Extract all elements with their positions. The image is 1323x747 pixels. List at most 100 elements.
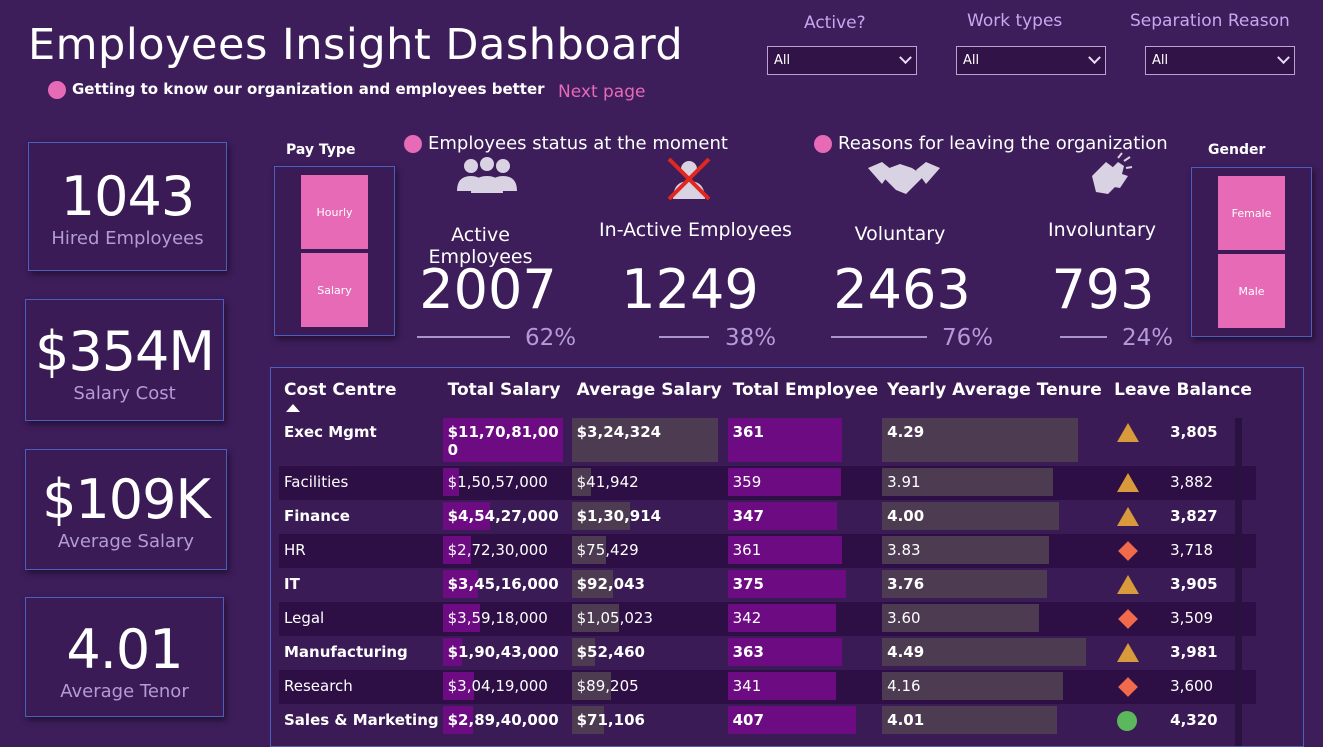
leave-indicator-cell bbox=[1109, 568, 1165, 602]
table-row[interactable]: HR $2,72,30,000 $75,429 361 3.83 3,718 bbox=[279, 534, 1256, 568]
salary-cost-card: $354M Salary Cost bbox=[25, 299, 224, 421]
tenure-text: 4.16 bbox=[887, 677, 921, 695]
table-scrollbar[interactable] bbox=[1235, 418, 1242, 746]
leave-balance-text: 3,600 bbox=[1170, 677, 1214, 695]
column-header-leave-balance[interactable]: Leave Balance bbox=[1109, 374, 1256, 416]
gender-title: Gender bbox=[1208, 142, 1266, 158]
average-salary-card: $109K Average Salary bbox=[25, 449, 227, 570]
pay-type-hourly-button[interactable]: Hourly bbox=[301, 175, 368, 249]
reasons-section-text: Reasons for leaving the organization bbox=[838, 133, 1168, 154]
table-row[interactable]: Finance $4,54,27,000 $1,30,914 347 4.00 3,827 bbox=[279, 500, 1256, 534]
total-salary-cell: $3,59,18,000 bbox=[442, 602, 572, 636]
total-employee-text: 363 bbox=[732, 643, 764, 661]
warning-triangle-icon bbox=[1117, 643, 1140, 662]
table-row[interactable]: IT $3,45,16,000 $92,043 375 3.76 3,905 bbox=[279, 568, 1256, 602]
leave-indicator-cell bbox=[1109, 670, 1166, 704]
total-employee-cell: 407 bbox=[727, 704, 883, 738]
work-types-dropdown[interactable]: All bbox=[956, 46, 1106, 75]
total-employee-text: 407 bbox=[732, 711, 764, 729]
column-header-total-salary[interactable]: Total Salary bbox=[443, 374, 572, 416]
cost-centre-text: Sales & Marketing bbox=[284, 711, 439, 729]
warning-triangle-icon bbox=[1117, 507, 1140, 526]
tenure-cell: 4.49 bbox=[882, 636, 1109, 670]
inactive-employees-label: In-Active Employees bbox=[599, 219, 792, 241]
tenure-cell: 3.76 bbox=[882, 568, 1109, 602]
alert-diamond-icon bbox=[1118, 609, 1139, 629]
average-salary-text: $52,460 bbox=[576, 643, 645, 661]
total-salary-cell: $4,54,27,000 bbox=[442, 500, 572, 534]
cost-centre-text: Exec Mgmt bbox=[284, 423, 377, 441]
status-section-text: Employees status at the moment bbox=[428, 133, 728, 154]
involuntary-divider bbox=[1060, 336, 1107, 338]
warning-triangle-icon bbox=[1117, 423, 1140, 442]
tenure-text: 3.83 bbox=[887, 541, 921, 559]
leave-indicator-cell bbox=[1109, 534, 1166, 568]
separation-reason-dropdown-value: All bbox=[1152, 53, 1169, 68]
tenure-text: 4.49 bbox=[887, 643, 925, 661]
table-row[interactable]: Legal $3,59,18,000 $1,05,023 342 3.60 3,509 bbox=[279, 602, 1256, 636]
total-salary-cell: $3,45,16,000 bbox=[442, 568, 572, 602]
pay-type-slicer: Hourly Salary bbox=[274, 166, 395, 336]
inactive-employees-divider bbox=[659, 336, 709, 338]
gender-male-button[interactable]: Male bbox=[1218, 254, 1285, 328]
column-header-average-salary[interactable]: Average Salary bbox=[572, 374, 728, 416]
table-row[interactable]: Manufacturing $1,90,43,000 $52,460 363 4.49 3… bbox=[279, 636, 1256, 670]
column-header-total-employee[interactable]: Total Employee bbox=[728, 374, 883, 416]
work-types-dropdown-value: All bbox=[963, 53, 980, 68]
table-body: Exec Mgmt $11,70,81,00 0 $3,24,324 361 4.29 3,… bbox=[279, 416, 1256, 738]
average-salary-text: $92,043 bbox=[576, 575, 645, 593]
total-employee-text: 359 bbox=[732, 473, 762, 491]
total-employee-cell: 347 bbox=[727, 500, 883, 534]
total-salary-text: $3,59,18,000 bbox=[447, 609, 548, 627]
gender-slicer: Female Male bbox=[1191, 167, 1312, 337]
pay-type-title: Pay Type bbox=[286, 142, 356, 158]
gender-female-button[interactable]: Female bbox=[1218, 176, 1285, 250]
voluntary-divider bbox=[831, 336, 927, 338]
total-salary-cell: $2,89,40,000 bbox=[442, 704, 572, 738]
average-salary-cell: $1,30,914 bbox=[571, 500, 728, 534]
column-header-cost-centre[interactable]: Cost Centre bbox=[279, 374, 443, 416]
total-employee-text: 347 bbox=[732, 507, 764, 525]
total-salary-text: $3,45,16,000 bbox=[447, 575, 559, 593]
table-row[interactable]: Exec Mgmt $11,70,81,00 0 $3,24,324 361 4.29 3,… bbox=[279, 416, 1256, 466]
total-employee-text: 361 bbox=[732, 541, 762, 559]
total-salary-text: $4,54,27,000 bbox=[447, 507, 559, 525]
average-salary-text: $3,24,324 bbox=[576, 423, 662, 441]
table-row[interactable]: Sales & Marketing $2,89,40,000 $71,106 407 4… bbox=[279, 704, 1256, 738]
total-salary-text: $3,04,19,000 bbox=[447, 677, 548, 695]
cost-centre-grid: Cost Centre Total Salary Average Salary … bbox=[279, 374, 1256, 738]
status-section-header: Employees status at the moment bbox=[404, 133, 728, 154]
cost-centre-cell: Research bbox=[279, 670, 443, 704]
average-salary-value: $109K bbox=[42, 468, 211, 531]
column-header-yearly-average-tenure[interactable]: Yearly Average Tenure bbox=[882, 374, 1109, 416]
cost-centre-text: Finance bbox=[284, 507, 350, 525]
cost-centre-text: Manufacturing bbox=[284, 643, 408, 661]
cost-centre-cell: HR bbox=[279, 534, 443, 568]
average-tenor-value: 4.01 bbox=[66, 618, 183, 681]
active-dropdown-value: All bbox=[774, 53, 791, 68]
tenure-cell: 3.91 bbox=[882, 466, 1110, 500]
leave-balance-cell: 3,718 bbox=[1165, 534, 1256, 568]
total-salary-text: $1,50,57,000 bbox=[447, 473, 548, 491]
user-crossed-icon bbox=[667, 157, 711, 201]
separation-reason-dropdown[interactable]: All bbox=[1145, 46, 1295, 75]
total-salary-text: $1,90,43,000 bbox=[447, 643, 559, 661]
table-row[interactable]: Facilities $1,50,57,000 $41,942 359 3.91 3,88… bbox=[279, 466, 1256, 500]
average-tenor-card: 4.01 Average Tenor bbox=[25, 597, 224, 717]
active-dropdown[interactable]: All bbox=[767, 46, 917, 75]
hired-employees-value: 1043 bbox=[60, 165, 195, 228]
table-row[interactable]: Research $3,04,19,000 $89,205 341 4.16 3,600 bbox=[279, 670, 1256, 704]
pay-type-salary-button[interactable]: Salary bbox=[301, 253, 368, 327]
hired-employees-label: Hired Employees bbox=[51, 228, 204, 249]
page-title: Employees Insight Dashboard bbox=[28, 20, 684, 70]
cost-centre-text: HR bbox=[284, 541, 306, 559]
leave-balance-text: 3,718 bbox=[1170, 541, 1214, 559]
cost-centre-cell: Finance bbox=[279, 500, 443, 534]
clapping-hands-icon bbox=[1092, 152, 1133, 194]
voluntary-pct: 76% bbox=[942, 325, 994, 351]
chevron-down-icon bbox=[899, 51, 912, 65]
sort-ascending-icon[interactable] bbox=[286, 404, 300, 412]
average-salary-cell: $92,043 bbox=[571, 568, 728, 602]
salary-cost-value: $354M bbox=[34, 320, 215, 383]
next-page-link[interactable]: Next page bbox=[558, 82, 645, 102]
